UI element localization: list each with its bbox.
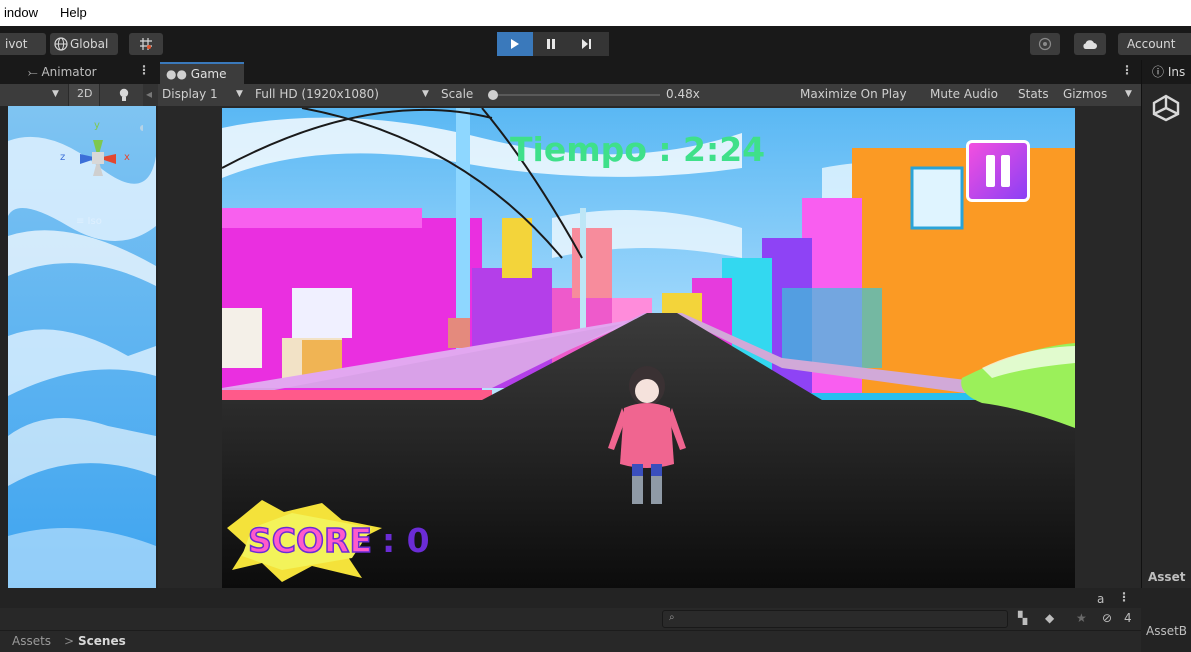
menu-help[interactable]: Help (60, 5, 87, 20)
game-subtoolbar: Display 1 ▼ Full HD (1920x1080) ▼ Scale … (158, 84, 1141, 106)
lock-icon[interactable]: a (1097, 592, 1104, 606)
collab-button[interactable] (1030, 33, 1060, 55)
pause-game-button[interactable] (966, 140, 1030, 202)
unity-logo-icon (1152, 94, 1180, 122)
timer-label: Tiempo : 2:24 (510, 130, 766, 169)
account-button[interactable]: Account (1118, 33, 1191, 55)
project-toolbar: ⌕ ▚ ◆ ★ ⊘ 4 (0, 608, 1141, 630)
star-icon[interactable]: ★ (1076, 611, 1087, 625)
game-scene-render (222, 108, 1075, 588)
cloud-button[interactable] (1074, 33, 1106, 55)
breadcrumb: Assets > Scenes (0, 630, 1141, 652)
inspector-panel: ⓘ Ins Asset (1141, 60, 1191, 588)
slider-thumb[interactable] (488, 90, 498, 100)
game-tabstrip: ●● Game ⋮ (158, 60, 1141, 84)
gamepad-icon: ●● (166, 67, 187, 81)
maximize-on-play-toggle[interactable]: Maximize On Play (800, 87, 907, 101)
search-icon: ⌕ (669, 612, 675, 623)
mute-audio-toggle[interactable]: Mute Audio (930, 87, 998, 101)
step-button[interactable] (569, 32, 605, 56)
menu-bar: indow Help (0, 0, 1191, 26)
scene-subtoolbar: ▼ 2D ◂ (0, 84, 158, 106)
account-label: Account (1127, 37, 1176, 51)
score-value: : 0 (382, 521, 430, 560)
pivot-label: ivot (5, 37, 28, 51)
mode-2d-toggle[interactable]: 2D (68, 84, 100, 106)
gizmos-chevron-icon[interactable]: ▼ (1125, 89, 1132, 99)
scene-view[interactable]: y x z ≡ Iso (8, 106, 156, 588)
info-icon: ⓘ (1152, 65, 1165, 79)
tab-game[interactable]: ●● Game (160, 62, 244, 84)
globe-icon (54, 37, 68, 51)
gizmos-toggle[interactable]: Gizmos (1063, 87, 1107, 101)
resolution-dropdown[interactable]: Full HD (1920x1080) (255, 87, 379, 101)
display-chevron-icon: ▼ (236, 89, 243, 99)
breadcrumb-assets[interactable]: Assets (12, 634, 51, 648)
scene-tabstrip: ⤚ Animator ⋮ (0, 60, 158, 84)
filter-by-type-icon[interactable]: ▚ (1018, 611, 1027, 625)
gizmo-y-label: y (94, 120, 100, 131)
score-word: SCORE (247, 520, 373, 561)
game-viewport[interactable]: Tiempo : 2:24 SCORE : 0 (222, 108, 1075, 588)
global-label: Global (70, 37, 109, 51)
tab-animator[interactable]: ⤚ Animator (22, 62, 103, 84)
grid-snap-icon (140, 38, 152, 50)
scene-panel: ⤚ Animator ⋮ ▼ 2D ◂ y x z ≡ Iso (0, 60, 158, 588)
pause-game-icon (986, 155, 1010, 187)
tag-icon[interactable]: ◆ (1045, 611, 1054, 625)
pause-button[interactable] (533, 32, 569, 56)
slider-track (488, 94, 660, 96)
orientation-gizmo[interactable] (63, 118, 143, 198)
asset-label: Asset (1148, 570, 1186, 584)
asset-bundle-label: AssetB (1146, 624, 1188, 638)
scale-value: 0.48x (666, 87, 700, 101)
breadcrumb-separator: > (64, 634, 75, 648)
hidden-count: 4 (1124, 611, 1132, 625)
dropdown-arrow-icon[interactable]: ▼ (52, 89, 59, 99)
stats-toggle[interactable]: Stats (1018, 87, 1049, 101)
main-toolbar: ivot Global Account (0, 26, 1191, 60)
mode-2d-label: 2D (77, 87, 93, 100)
project-search-input[interactable]: ⌕ (662, 610, 1008, 628)
tab-inspector[interactable]: ⓘ Ins (1146, 62, 1191, 84)
lightbulb-icon[interactable] (118, 88, 130, 102)
inspector-tab-label: Ins (1167, 65, 1186, 79)
pause-icon (547, 39, 555, 49)
game-tab-label: Game (190, 67, 227, 81)
projection-label[interactable]: ≡ Iso (76, 216, 102, 227)
kebab-menu-icon[interactable]: ⋮ (138, 63, 150, 77)
hidden-eye-icon[interactable]: ⊘ (1102, 611, 1112, 625)
play-button[interactable] (497, 32, 533, 56)
cloud-icon (1083, 40, 1097, 49)
resolution-chevron-icon: ▼ (422, 89, 429, 99)
speaker-icon: ◂ (146, 87, 153, 101)
game-kebab-icon[interactable]: ⋮ (1121, 63, 1133, 77)
project-kebab-icon[interactable]: ⋮ (1118, 590, 1130, 604)
animator-tab-label: Animator (41, 65, 97, 79)
gizmo-z-label: z (60, 152, 66, 163)
collab-icon (1038, 37, 1052, 51)
display-dropdown[interactable]: Display 1 (162, 87, 218, 101)
grid-snap-button[interactable] (129, 33, 163, 55)
project-panel: a ⋮ ⌕ ▚ ◆ ★ ⊘ 4 Assets > Scenes AssetB (0, 588, 1191, 652)
play-icon (511, 39, 519, 49)
menu-window[interactable]: indow (4, 5, 38, 20)
breadcrumb-scenes[interactable]: Scenes (78, 634, 126, 648)
step-icon (582, 39, 591, 49)
game-panel: ●● Game ⋮ Display 1 ▼ Full HD (1920x1080… (158, 60, 1141, 588)
gizmo-x-label: x (124, 152, 130, 163)
global-button[interactable]: Global (50, 33, 118, 55)
scale-slider[interactable] (488, 90, 660, 100)
scale-label: Scale (441, 87, 474, 101)
animator-icon: ⤚ (28, 65, 38, 79)
inspector-tabstrip: ⓘ Ins (1142, 60, 1191, 84)
pivot-button[interactable]: ivot (0, 33, 46, 55)
audio-toggle[interactable]: ◂ (143, 84, 158, 106)
